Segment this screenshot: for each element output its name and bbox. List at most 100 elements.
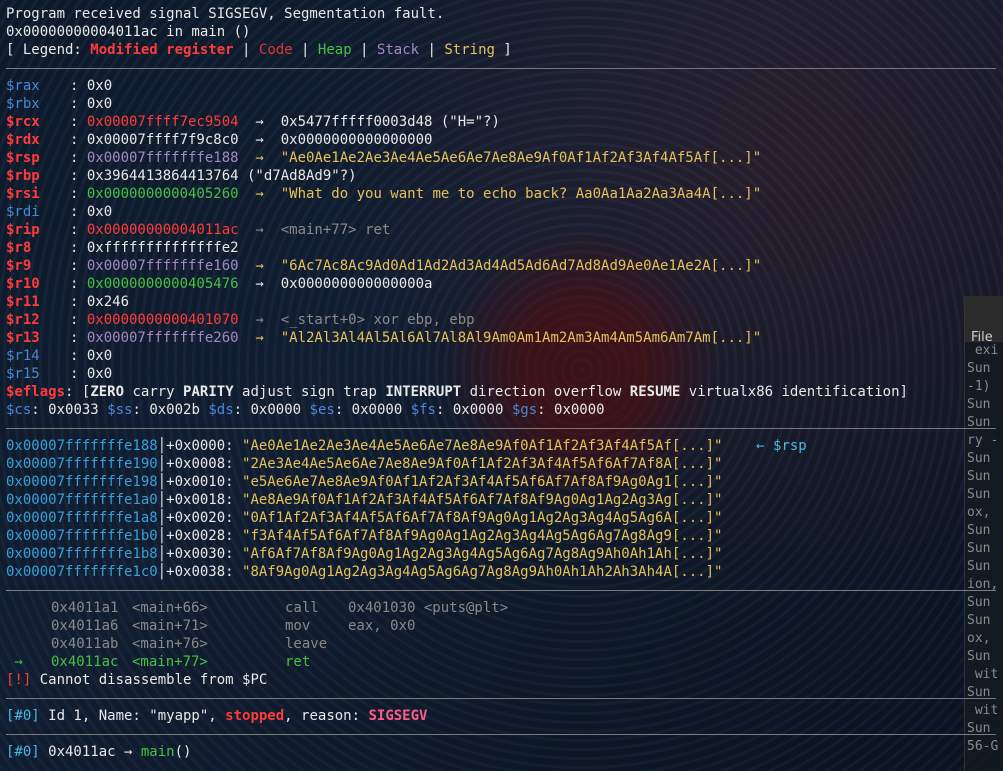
trace-args: () [174,744,192,760]
stack-row: 0x00007fffffffe190│+0x0008: "2Ae3Ae4Ae5A… [6,455,996,473]
stack-value: "0Af1Af2Af3Af4Af5Af6Af7Af8Af9Ag0Ag1Ag2Ag… [242,510,723,526]
register-value: 0x0 [86,366,113,382]
registers-section: $rax: 0x0 $rbx: 0x0 $rcx: 0x00007ffff7ec95… [6,77,996,383]
segment-name: $cs [6,402,32,418]
thread-state: stopped [225,708,285,724]
register-value: 0x0000000000405260 [86,186,239,202]
register-row: $rdx: 0x00007ffff7f9c8c0 → 0x00000000000… [6,132,433,148]
current-instruction-arrow: → [6,654,40,670]
signal-message: Program received signal SIGSEGV, Segment… [6,6,445,22]
register-value: 0x0000000000405476 [86,276,239,292]
disasm-row[interactable]: → 0x4011ac <main+77> ret [6,653,996,671]
instruction-mnemonic: leave [285,636,328,652]
stack-row: 0x00007fffffffe1a8│+0x0020: "0Af1Af2Af3A… [6,509,996,527]
register-name: $rbp [6,168,40,184]
segment-value: 0x002b [149,402,200,418]
register-row: $rsp: 0x00007fffffffe188 → "Ae0Ae1Ae2Ae3… [6,150,762,166]
disasm-row[interactable]: 0x4011a6 <main+71> mov eax, 0x0 [6,617,996,635]
register-value: 0x0 [86,96,113,112]
register-deref: → <main+77> ret [238,222,391,238]
eflags-value: [ZERO carry PARITY adjust sign trap INTE… [82,384,908,400]
gdb-terminal[interactable]: Program received signal SIGSEGV, Segment… [6,5,996,761]
register-name: $r14 [6,348,40,364]
legend-modified: Modified register [90,42,234,58]
current-instruction-arrow [6,617,51,635]
flag-set: ZERO [90,384,125,400]
stack-separator [6,419,996,437]
stack-row: 0x00007fffffffe198│+0x0010: "e5Ae6Ae7Ae8… [6,473,996,491]
segment-value: 0x0000 [351,402,403,418]
register-name: $rax [6,78,40,94]
stack-offset: +0x0010: [166,474,243,490]
stack-offset: +0x0008: [166,456,243,472]
segment-value: 0x0033 [48,402,99,418]
register-deref: → <_start+0> xor ebp, ebp [238,312,475,328]
register-deref: → "6Ac7Ac8Ac9Ad0Ad1Ad2Ad3Ad4Ad5Ad6Ad7Ad8… [238,258,762,274]
legend-string: String [444,42,495,58]
stack-value: "2Ae3Ae4Ae5Ae6Ae7Ae8Ae9Af0Af1Af2Af3Af4Af… [242,456,723,472]
register-name: $rdx [6,132,40,148]
stack-offset: +0x0000: [166,438,243,454]
register-row: $r12: 0x0000000000401070 → <_start+0> xo… [6,312,475,328]
stack-address: 0x00007fffffffe1b8 [6,546,158,562]
register-row: $rbx: 0x0 [6,96,113,112]
instruction-mnemonic: mov [285,618,311,634]
stack-address: 0x00007fffffffe1a8 [6,510,158,526]
register-value: 0x3964413864413764 [86,168,239,184]
instruction-address: 0x4011ac [51,654,119,670]
code-separator [6,581,996,599]
flag-text: virtualx86 identification] [680,384,908,400]
stack-value: "8Af9Ag0Ag1Ag2Ag3Ag4Ag5Ag6Ag7Ag8Ag9Ah0Ah… [242,564,723,580]
segment-value: 0x0000 [452,402,504,418]
flag-set: RESUME [629,384,681,400]
disasm-row[interactable]: 0x4011ab <main+76> leave [6,635,996,653]
registers-separator [6,59,996,77]
stack-value: "f3Af4Af5Af6Af7Af8Af9Ag0Ag1Ag2Ag3Ag4Ag5A… [242,528,723,544]
stack-address: 0x00007fffffffe188 [6,438,158,454]
instruction-operands: 0x401030 <puts@plt> [348,600,509,616]
error-text: Cannot disassemble from $PC [31,672,268,688]
stack-divider: │ [157,528,167,544]
register-row: $r15: 0x0 [6,366,113,382]
stack-row: 0x00007fffffffe1b0│+0x0028: "f3Af4Af5Af6… [6,527,996,545]
register-value: 0x0 [86,78,113,94]
stack-offset: +0x0020: [166,510,243,526]
register-name: $r11 [6,294,40,310]
stack-divider: │ [157,546,167,562]
register-deref: → "What do you want me to echo back? Aa0… [238,186,762,202]
register-value: 0x246 [86,294,130,310]
stack-row: 0x00007fffffffe1a0│+0x0018: "Ae8Ae9Af0Af… [6,491,996,509]
register-name: $rbx [6,96,40,112]
register-row: $rip: 0x00000000004011ac → <main+77> ret [6,222,391,238]
register-deref: → "Al2Al3Al4Al5Al6Al7Al8Al9Am0Am1Am2Am3A… [238,330,762,346]
register-value: 0x00007fffffffe260 [86,330,239,346]
thread-line: [#0] Id 1, Name: "myapp", stopped, reaso… [6,707,996,725]
flag-text: carry [124,384,184,400]
rsp-marker: ← $rsp [722,438,807,454]
register-name: $rsi [6,186,40,202]
register-name: $r13 [6,330,40,346]
trace-separator [6,725,996,743]
register-name: $rip [6,222,40,238]
register-row: $rax: 0x0 [6,78,113,94]
stack-value: "e5Ae6Ae7Ae8Ae9Af0Af1Af2Af3Af4Af5Af6Af7A… [242,474,723,490]
register-name: $rcx [6,114,40,130]
segment-registers: $cs: 0x0033 $ss: 0x002b $ds: 0x0000 $es:… [6,402,605,418]
instruction-operands: eax, 0x0 [348,618,416,634]
register-row: $r14: 0x0 [6,348,113,364]
register-row: $r9: 0x00007fffffffe160 → "6Ac7Ac8Ac9Ad0… [6,258,762,274]
register-value: 0xffffffffffffffe2 [86,240,239,256]
register-value: 0x00007fffffffe160 [86,258,239,274]
legend: [ Legend: Modified register | Code | Hea… [6,42,512,58]
stack-address: 0x00007fffffffe198 [6,474,158,490]
disasm-row[interactable]: 0x4011a1 <main+66> call 0x401030 <puts@plt> [6,599,996,617]
register-row: $rdi: 0x0 [6,204,113,220]
register-value: 0x00007ffff7f9c8c0 [86,132,239,148]
stack-address: 0x00007fffffffe190 [6,456,158,472]
segment-name: $gs [511,402,538,418]
segment-name: $es [309,402,335,418]
instruction-symbol: <main+71> [132,618,208,634]
register-deref: ("d7Ad8Ad9"?) [238,168,357,184]
stack-offset: +0x0030: [166,546,243,562]
register-value: 0x0 [86,348,113,364]
